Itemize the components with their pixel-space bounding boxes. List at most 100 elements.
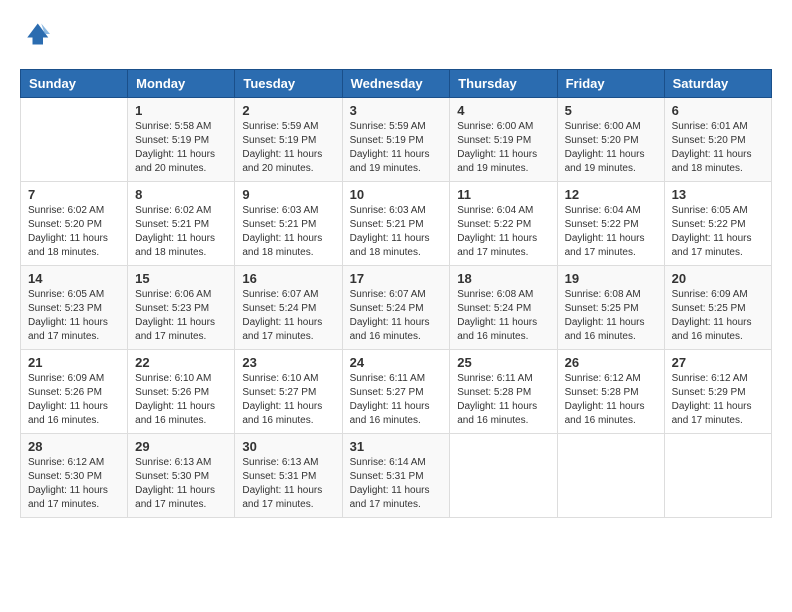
day-number: 17	[350, 271, 443, 286]
calendar-cell: 29 Sunrise: 6:13 AMSunset: 5:30 PMDayligh…	[128, 434, 235, 518]
calendar-cell: 28Sunrise: 6:12 AMSunset: 5:30 PMDayligh…	[21, 434, 128, 518]
calendar-cell: 31Sunrise: 6:14 AMSunset: 5:31 PMDayligh…	[342, 434, 450, 518]
day-info: Sunrise: 6:00 AMSunset: 5:19 PMDaylight:…	[457, 120, 549, 176]
calendar-cell: 3 Sunrise: 5:59 AMSunset: 5:19 PMDaylight…	[342, 98, 450, 182]
day-info: Sunrise: 6:07 AMSunset: 5:24 PMDaylight:…	[242, 288, 334, 344]
day-info: Sunrise: 6:06 AMSunset: 5:23 PMDaylight:…	[135, 288, 227, 344]
calendar-cell: 20 Sunrise: 6:09 AMSunset: 5:25 PMDayligh…	[664, 266, 771, 350]
page-header	[20, 20, 772, 53]
day-number: 13	[672, 187, 764, 202]
day-number: 25	[457, 355, 549, 370]
calendar-cell: 14 Sunrise: 6:05 AMSunset: 5:23 PMDayligh…	[21, 266, 128, 350]
calendar-cell: 19 Sunrise: 6:08 AMSunset: 5:25 PMDayligh…	[557, 266, 664, 350]
day-info: Sunrise: 6:03 AMSunset: 5:21 PMDaylight:…	[350, 204, 443, 260]
day-number: 28	[28, 439, 120, 454]
day-info: Sunrise: 6:11 AMSunset: 5:28 PMDaylight:…	[457, 372, 549, 428]
day-number: 6	[672, 103, 764, 118]
day-info: Sunrise: 5:59 AMSunset: 5:19 PMDaylight:…	[350, 120, 443, 176]
day-info: Sunrise: 6:05 AMSunset: 5:22 PMDaylight:…	[672, 204, 764, 260]
week-row-3: 14 Sunrise: 6:05 AMSunset: 5:23 PMDayligh…	[21, 266, 772, 350]
calendar-cell	[664, 434, 771, 518]
column-header-thursday: Thursday	[450, 70, 557, 98]
day-info: Sunrise: 6:04 AMSunset: 5:22 PMDaylight:…	[565, 204, 657, 260]
calendar-table: SundayMondayTuesdayWednesdayThursdayFrid…	[20, 69, 772, 518]
calendar-cell: 18Sunrise: 6:08 AMSunset: 5:24 PMDayligh…	[450, 266, 557, 350]
calendar-cell: 16 Sunrise: 6:07 AMSunset: 5:24 PMDayligh…	[235, 266, 342, 350]
day-info: Sunrise: 6:09 AMSunset: 5:26 PMDaylight:…	[28, 372, 120, 428]
column-header-friday: Friday	[557, 70, 664, 98]
week-row-4: 21 Sunrise: 6:09 AMSunset: 5:26 PMDayligh…	[21, 350, 772, 434]
calendar-cell: 26 Sunrise: 6:12 AMSunset: 5:28 PMDayligh…	[557, 350, 664, 434]
calendar-cell: 23Sunrise: 6:10 AMSunset: 5:27 PMDayligh…	[235, 350, 342, 434]
logo-icon	[22, 20, 50, 48]
day-info: Sunrise: 6:01 AMSunset: 5:20 PMDaylight:…	[672, 120, 764, 176]
day-info: Sunrise: 6:02 AMSunset: 5:20 PMDaylight:…	[28, 204, 120, 260]
day-info: Sunrise: 6:00 AMSunset: 5:20 PMDaylight:…	[565, 120, 657, 176]
calendar-cell	[21, 98, 128, 182]
calendar-cell: 5 Sunrise: 6:00 AMSunset: 5:20 PMDaylight…	[557, 98, 664, 182]
day-number: 12	[565, 187, 657, 202]
calendar-cell: 21 Sunrise: 6:09 AMSunset: 5:26 PMDayligh…	[21, 350, 128, 434]
calendar-cell	[557, 434, 664, 518]
calendar-cell: 12 Sunrise: 6:04 AMSunset: 5:22 PMDayligh…	[557, 182, 664, 266]
day-number: 23	[242, 355, 334, 370]
day-info: Sunrise: 6:02 AMSunset: 5:21 PMDaylight:…	[135, 204, 227, 260]
calendar-cell: 11 Sunrise: 6:04 AMSunset: 5:22 PMDayligh…	[450, 182, 557, 266]
day-number: 26	[565, 355, 657, 370]
day-number: 29	[135, 439, 227, 454]
calendar-cell: 9 Sunrise: 6:03 AMSunset: 5:21 PMDaylight…	[235, 182, 342, 266]
day-info: Sunrise: 6:11 AMSunset: 5:27 PMDaylight:…	[350, 372, 443, 428]
calendar-cell: 24 Sunrise: 6:11 AMSunset: 5:27 PMDayligh…	[342, 350, 450, 434]
day-number: 5	[565, 103, 657, 118]
calendar-cell: 30 Sunrise: 6:13 AMSunset: 5:31 PMDayligh…	[235, 434, 342, 518]
calendar-cell: 25 Sunrise: 6:11 AMSunset: 5:28 PMDayligh…	[450, 350, 557, 434]
day-info: Sunrise: 6:08 AMSunset: 5:25 PMDaylight:…	[565, 288, 657, 344]
column-header-saturday: Saturday	[664, 70, 771, 98]
day-number: 9	[242, 187, 334, 202]
calendar-header-row: SundayMondayTuesdayWednesdayThursdayFrid…	[21, 70, 772, 98]
day-number: 15	[135, 271, 227, 286]
day-number: 11	[457, 187, 549, 202]
day-number: 20	[672, 271, 764, 286]
column-header-tuesday: Tuesday	[235, 70, 342, 98]
day-number: 27	[672, 355, 764, 370]
day-number: 24	[350, 355, 443, 370]
day-info: Sunrise: 6:10 AMSunset: 5:26 PMDaylight:…	[135, 372, 227, 428]
week-row-5: 28Sunrise: 6:12 AMSunset: 5:30 PMDayligh…	[21, 434, 772, 518]
column-header-sunday: Sunday	[21, 70, 128, 98]
day-info: Sunrise: 6:03 AMSunset: 5:21 PMDaylight:…	[242, 204, 334, 260]
day-info: Sunrise: 6:12 AMSunset: 5:28 PMDaylight:…	[565, 372, 657, 428]
day-number: 21	[28, 355, 120, 370]
calendar-cell: 22Sunrise: 6:10 AMSunset: 5:26 PMDayligh…	[128, 350, 235, 434]
calendar-cell: 8 Sunrise: 6:02 AMSunset: 5:21 PMDaylight…	[128, 182, 235, 266]
day-info: Sunrise: 6:12 AMSunset: 5:29 PMDaylight:…	[672, 372, 764, 428]
calendar-cell: 10Sunrise: 6:03 AMSunset: 5:21 PMDayligh…	[342, 182, 450, 266]
day-info: Sunrise: 6:04 AMSunset: 5:22 PMDaylight:…	[457, 204, 549, 260]
calendar-cell: 2 Sunrise: 5:59 AMSunset: 5:19 PMDaylight…	[235, 98, 342, 182]
calendar-cell	[450, 434, 557, 518]
calendar-cell: 1Sunrise: 5:58 AMSunset: 5:19 PMDaylight…	[128, 98, 235, 182]
day-info: Sunrise: 5:58 AMSunset: 5:19 PMDaylight:…	[135, 120, 227, 176]
day-number: 7	[28, 187, 120, 202]
day-number: 30	[242, 439, 334, 454]
day-number: 18	[457, 271, 549, 286]
day-number: 16	[242, 271, 334, 286]
column-header-monday: Monday	[128, 70, 235, 98]
day-info: Sunrise: 6:13 AMSunset: 5:31 PMDaylight:…	[242, 456, 334, 512]
day-number: 3	[350, 103, 443, 118]
day-info: Sunrise: 6:05 AMSunset: 5:23 PMDaylight:…	[28, 288, 120, 344]
day-info: Sunrise: 5:59 AMSunset: 5:19 PMDaylight:…	[242, 120, 334, 176]
week-row-1: 1Sunrise: 5:58 AMSunset: 5:19 PMDaylight…	[21, 98, 772, 182]
day-info: Sunrise: 6:13 AMSunset: 5:30 PMDaylight:…	[135, 456, 227, 512]
logo	[20, 20, 50, 53]
calendar-cell: 7 Sunrise: 6:02 AMSunset: 5:20 PMDaylight…	[21, 182, 128, 266]
day-number: 31	[350, 439, 443, 454]
day-info: Sunrise: 6:09 AMSunset: 5:25 PMDaylight:…	[672, 288, 764, 344]
calendar-cell: 4Sunrise: 6:00 AMSunset: 5:19 PMDaylight…	[450, 98, 557, 182]
day-number: 8	[135, 187, 227, 202]
calendar-cell: 6 Sunrise: 6:01 AMSunset: 5:20 PMDaylight…	[664, 98, 771, 182]
day-number: 19	[565, 271, 657, 286]
day-info: Sunrise: 6:07 AMSunset: 5:24 PMDaylight:…	[350, 288, 443, 344]
day-number: 2	[242, 103, 334, 118]
day-number: 14	[28, 271, 120, 286]
